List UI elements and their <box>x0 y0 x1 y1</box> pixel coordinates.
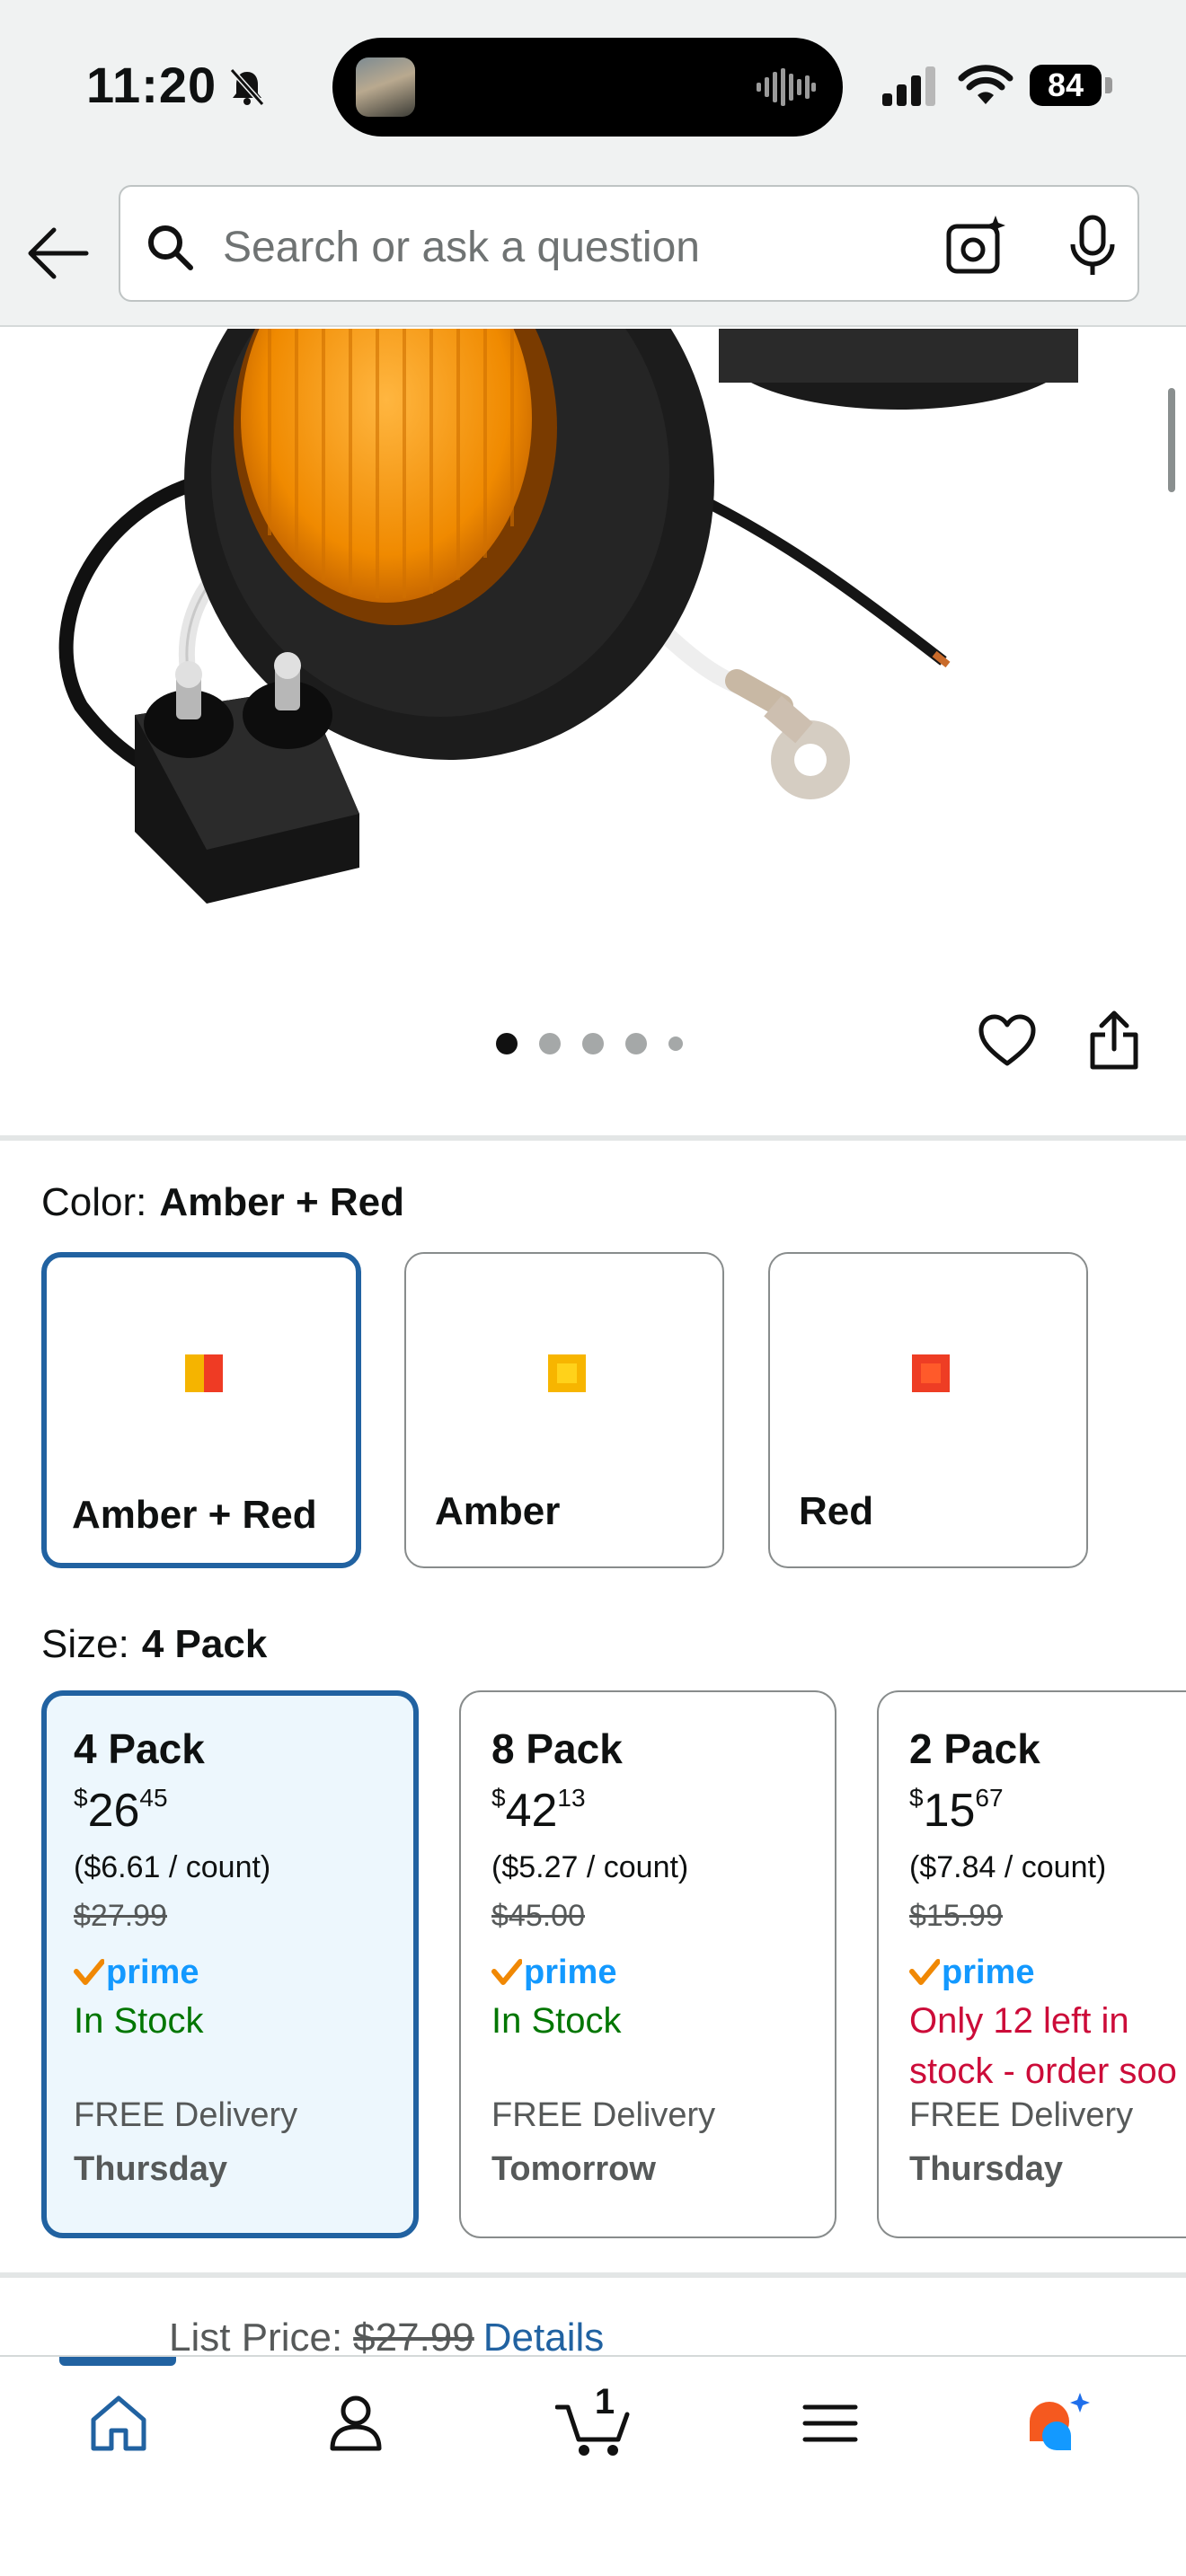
heart-icon[interactable] <box>978 1013 1037 1069</box>
stock-status: Only 12 left in stock - order soo <box>909 2001 1177 2091</box>
price: $4213 <box>491 1784 835 1850</box>
was-price: $27.99 <box>74 1899 167 1933</box>
list-price: List Price: $27.99 Details <box>169 2316 604 2360</box>
price: $2645 <box>74 1784 413 1850</box>
product-image[interactable] <box>0 329 1186 1020</box>
color-option-label: Amber + Red <box>72 1493 317 1537</box>
amber-red-swatch-icon <box>185 1354 223 1392</box>
cart-button[interactable]: 1 <box>554 2382 633 2459</box>
price-cents: 13 <box>557 1784 586 1812</box>
size-label-text: Size: <box>41 1622 129 1666</box>
camera-search-icon[interactable] <box>943 214 1008 278</box>
search-input[interactable]: Search or ask a question <box>119 185 1139 302</box>
microphone-icon[interactable] <box>1066 214 1120 278</box>
price: $1567 <box>909 1784 1186 1850</box>
search-header: Search or ask a question <box>0 176 1186 327</box>
color-option-label: Amber <box>435 1489 561 1533</box>
now-playing-artwork <box>356 57 415 117</box>
stock-status: In Stock <box>491 2001 622 2041</box>
menu-icon[interactable] <box>794 2387 866 2459</box>
color-option-amber-red[interactable]: Amber + Red <box>41 1252 361 1568</box>
price-cents: 67 <box>975 1784 1004 1812</box>
dynamic-island <box>332 38 843 137</box>
currency-symbol: $ <box>491 1784 506 1812</box>
red-swatch-icon <box>912 1354 950 1392</box>
size-option-4-pack[interactable]: 4 Pack $2645 ($6.61 / count) $27.99 prim… <box>41 1690 419 2238</box>
delivery-label: FREE Delivery <box>909 2096 1134 2134</box>
back-arrow-icon[interactable] <box>23 217 95 289</box>
unit-price: ($6.61 / count) <box>74 1850 271 1884</box>
size-option-2-pack[interactable]: 2 Pack $1567 ($7.84 / count) $15.99 prim… <box>877 1690 1186 2238</box>
size-option-label: 8 Pack <box>491 1725 623 1772</box>
status-bar: 11:20 84 <box>0 0 1186 176</box>
carousel-dot[interactable] <box>582 1033 604 1054</box>
carousel-dot[interactable] <box>668 1037 683 1051</box>
price-dollars: 26 <box>87 1785 140 1837</box>
prime-text: prime <box>942 1953 1035 1991</box>
scroll-indicator[interactable] <box>1168 388 1175 492</box>
cart-count: 1 <box>594 2382 615 2422</box>
prime-check-icon <box>74 1959 104 1985</box>
selected-size: 4 Pack <box>141 1622 268 1666</box>
delivery-label: FREE Delivery <box>74 2096 298 2134</box>
silent-bell-icon <box>229 67 265 107</box>
home-icon[interactable] <box>83 2387 155 2459</box>
delivery-day: Thursday <box>74 2150 228 2188</box>
color-option-label: Red <box>799 1489 874 1533</box>
account-icon[interactable] <box>320 2387 392 2459</box>
image-carousel-dots[interactable] <box>496 1033 683 1054</box>
details-link[interactable]: Details <box>483 2316 605 2360</box>
size-option-label: 4 Pack <box>74 1725 205 1772</box>
prime-check-icon <box>491 1959 522 1985</box>
led-marker-light-photo <box>58 329 1078 904</box>
color-option-red[interactable]: Red <box>768 1252 1088 1568</box>
amber-swatch-icon <box>548 1354 586 1392</box>
unit-price: ($7.84 / count) <box>909 1850 1107 1884</box>
cellular-signal-icon <box>882 66 935 106</box>
carousel-dot[interactable] <box>625 1033 647 1054</box>
delivery-day: Tomorrow <box>491 2150 656 2188</box>
unit-price: ($5.27 / count) <box>491 1850 689 1884</box>
color-label: Color: Amber + Red <box>41 1180 404 1225</box>
section-divider <box>0 1135 1186 1141</box>
search-icon <box>148 225 193 270</box>
size-option-label: 2 Pack <box>909 1725 1040 1772</box>
share-icon[interactable] <box>1087 1010 1141 1071</box>
bottom-nav: 1 <box>0 2355 1186 2576</box>
price-dollars: 15 <box>923 1785 976 1837</box>
prime-text: prime <box>524 1953 617 1991</box>
rufus-assistant-icon[interactable] <box>1024 2387 1096 2459</box>
prime-text: prime <box>106 1953 199 1991</box>
carousel-dot[interactable] <box>539 1033 561 1054</box>
selected-color: Amber + Red <box>159 1180 405 1224</box>
was-price: $15.99 <box>909 1899 1003 1933</box>
search-placeholder: Search or ask a question <box>223 224 700 271</box>
size-option-8-pack[interactable]: 8 Pack $4213 ($5.27 / count) $45.00 prim… <box>459 1690 836 2238</box>
delivery-label: FREE Delivery <box>491 2096 716 2134</box>
price-dollars: 42 <box>505 1785 558 1837</box>
color-option-amber[interactable]: Amber <box>404 1252 724 1568</box>
color-label-text: Color: <box>41 1180 147 1224</box>
active-tab-indicator <box>59 2357 176 2366</box>
delivery-day: Thursday <box>909 2150 1064 2188</box>
battery-level: 84 <box>1030 65 1102 106</box>
audio-waveform-icon <box>757 68 816 106</box>
prime-badge: prime <box>74 1949 413 1996</box>
list-price-value: $27.99 <box>353 2316 474 2360</box>
prime-check-icon <box>909 1959 940 1985</box>
battery-tip <box>1105 77 1112 93</box>
section-divider <box>0 2272 1186 2278</box>
status-time: 11:20 <box>86 57 217 113</box>
stock-status: In Stock <box>74 2001 204 2041</box>
prime-badge: prime <box>909 1949 1186 1996</box>
was-price: $45.00 <box>491 1899 585 1933</box>
prime-badge: prime <box>491 1949 835 1996</box>
wifi-icon <box>958 65 1013 104</box>
currency-symbol: $ <box>74 1784 88 1812</box>
list-price-label: List Price: <box>169 2316 343 2360</box>
currency-symbol: $ <box>909 1784 924 1812</box>
carousel-dot[interactable] <box>496 1033 518 1054</box>
price-cents: 45 <box>139 1784 168 1812</box>
size-label: Size: 4 Pack <box>41 1622 267 1667</box>
